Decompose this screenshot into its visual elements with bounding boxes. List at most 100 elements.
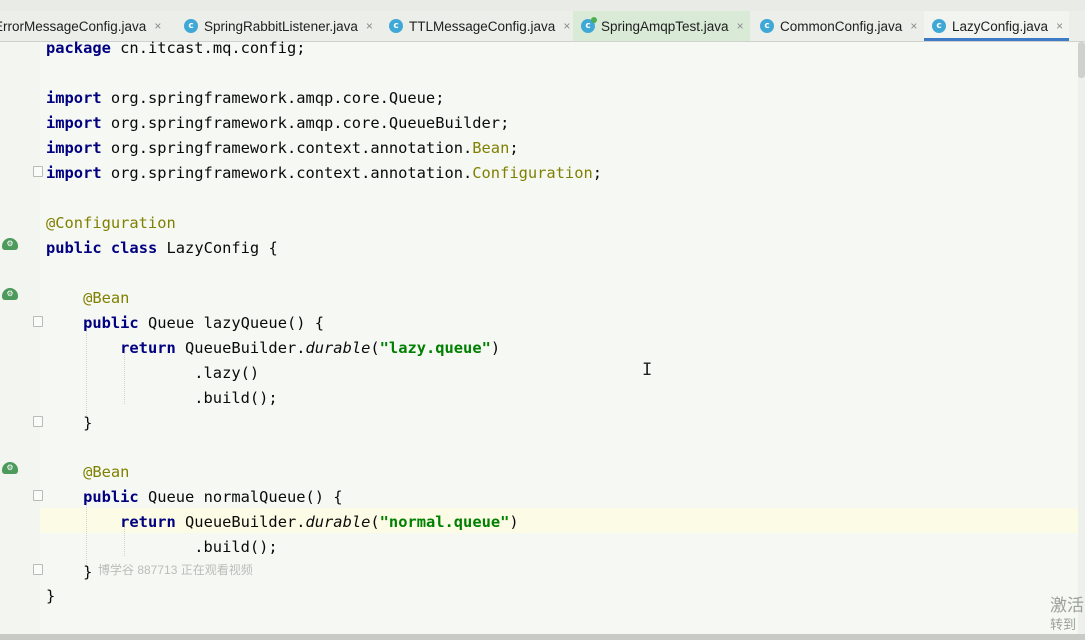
static-method: durable [305, 339, 371, 357]
keyword: package [46, 39, 111, 57]
fold-marker-icon[interactable] [33, 316, 43, 327]
keyword: class [110, 239, 158, 257]
class-icon: c [184, 19, 198, 33]
text-cursor-icon: I [642, 360, 653, 380]
code-line-bean-annotation[interactable]: @Bean [46, 286, 129, 311]
paren: ) [509, 513, 519, 531]
keyword: public [46, 239, 102, 257]
tab-label: CommonConfig.java [780, 18, 903, 34]
window-top-strip [0, 0, 1085, 11]
status-bar-edge [0, 634, 1085, 640]
tab-lazy-config[interactable]: c LazyConfig.java × [924, 11, 1070, 41]
semicolon: ; [509, 139, 519, 157]
code-line-import[interactable]: import org.springframework.context.annot… [46, 161, 602, 186]
code-line-chain[interactable]: .build(); [46, 386, 278, 411]
code-editor[interactable]: ⚙ ⚙ ⚙ package cn.itcast.mq.config; impor… [0, 39, 1085, 634]
import-path: org.springframework.context.annotation. [110, 139, 473, 157]
package-name: cn.itcast.mq.config; [120, 39, 306, 57]
code-line-return[interactable]: return QueueBuilder.durable("lazy.queue"… [46, 336, 500, 361]
keyword: import [46, 114, 102, 132]
import-class: Configuration [472, 164, 593, 182]
code-line-class-declaration[interactable]: public class LazyConfig { [46, 236, 278, 261]
vertical-scrollbar[interactable] [1078, 42, 1085, 634]
code-line-chain[interactable]: .lazy() [46, 361, 259, 386]
close-icon[interactable]: × [1056, 19, 1063, 33]
import-path: org.springframework.amqp.core.QueueBuild… [110, 114, 501, 132]
close-icon[interactable]: × [366, 19, 373, 33]
tab-spring-amqp-test[interactable]: c SpringAmqpTest.java × [573, 11, 750, 41]
keyword: import [46, 89, 102, 107]
code-line-import[interactable]: import org.springframework.amqp.core.Que… [46, 86, 444, 111]
tab-label: SpringAmqpTest.java [601, 18, 729, 34]
brace: } [83, 563, 93, 581]
code-line-return[interactable]: return QueueBuilder.durable("normal.queu… [46, 510, 519, 535]
tab-ttl-message-config[interactable]: c TTLMessageConfig.java × [381, 11, 576, 41]
chain-call: .build(); [194, 389, 278, 407]
keyword: return [120, 339, 176, 357]
code-line-class-close-brace[interactable]: } [46, 584, 55, 609]
import-path: org.springframework.amqp.core.Queue [110, 89, 436, 107]
activation-watermark: 激活 转到 [1050, 596, 1084, 636]
class-icon: c [932, 19, 946, 33]
code-line-close-brace[interactable]: } [46, 411, 92, 436]
keyword: public [83, 314, 139, 332]
close-icon[interactable]: × [910, 19, 917, 33]
watermark-line: 激活 [1050, 596, 1084, 616]
annotation: @Bean [83, 289, 130, 307]
code-line-method-signature[interactable]: public Queue normalQueue() { [46, 485, 343, 510]
code-line-import[interactable]: import org.springframework.amqp.core.Que… [46, 111, 509, 136]
spring-bean-gutter-icon[interactable]: ⚙ [2, 462, 18, 474]
import-path: org.springframework.context.annotation. [110, 164, 473, 182]
scrollbar-thumb[interactable] [1078, 42, 1085, 78]
semicolon: ; [592, 164, 603, 182]
fold-marker-icon[interactable] [33, 416, 43, 427]
fold-marker-icon[interactable] [33, 490, 43, 501]
keyword: public [83, 488, 139, 506]
tab-label: TTLMessageConfig.java [409, 18, 556, 34]
string-literal: "lazy.queue" [379, 339, 491, 357]
spring-config-gutter-icon[interactable]: ⚙ [2, 238, 18, 250]
class-icon: c [760, 19, 774, 33]
annotation: @Configuration [46, 214, 176, 232]
chain-call: .lazy() [194, 364, 260, 382]
tab-common-config[interactable]: c CommonConfig.java × [752, 11, 923, 41]
keyword: import [46, 139, 102, 157]
close-icon[interactable]: × [154, 19, 161, 33]
watermark-line: 转到 [1050, 618, 1077, 633]
close-icon[interactable]: × [737, 19, 744, 33]
viewer-overlay-text: 博学谷 887713 正在观看视频 [98, 563, 253, 577]
paren: ( [370, 339, 380, 357]
code-line-close-brace[interactable]: } [46, 560, 92, 585]
fold-marker-icon[interactable] [33, 564, 43, 575]
tab-label: ErrorMessageConfig.java [0, 18, 147, 34]
test-class-icon: c [581, 17, 597, 33]
paren: ) [490, 339, 501, 357]
paren: ( [370, 513, 380, 531]
semicolon: ; [435, 89, 445, 107]
spring-bean-gutter-icon[interactable]: ⚙ [2, 288, 18, 300]
code-line-import[interactable]: import org.springframework.context.annot… [46, 136, 519, 161]
code-line-class-annotation[interactable]: @Configuration [46, 211, 176, 236]
method-signature: Queue normalQueue() { [147, 488, 343, 506]
close-icon[interactable]: × [563, 19, 570, 33]
annotation: @Bean [83, 463, 130, 481]
static-method: durable [305, 513, 371, 531]
keyword: return [120, 513, 176, 531]
class-icon: c [389, 19, 403, 33]
fold-marker-icon[interactable] [33, 166, 43, 177]
code-line-package[interactable]: package cn.itcast.mq.config; [46, 36, 305, 61]
class-name: LazyConfig { [166, 239, 278, 257]
code-line-method-signature[interactable]: public Queue lazyQueue() { [46, 311, 324, 336]
code-line-chain[interactable]: .build(); [46, 535, 278, 560]
import-class: Bean [472, 139, 510, 157]
brace: } [83, 414, 93, 432]
semicolon: ; [500, 114, 510, 132]
builder-class: QueueBuilder. [185, 339, 306, 357]
tab-label: SpringRabbitListener.java [204, 18, 358, 34]
builder-class: QueueBuilder. [185, 513, 306, 531]
method-signature: Queue lazyQueue() { [147, 314, 325, 332]
tab-label: LazyConfig.java [952, 18, 1049, 34]
chain-call: .build(); [194, 538, 278, 556]
code-line-bean-annotation[interactable]: @Bean [46, 460, 129, 485]
string-literal: "normal.queue" [379, 513, 510, 531]
